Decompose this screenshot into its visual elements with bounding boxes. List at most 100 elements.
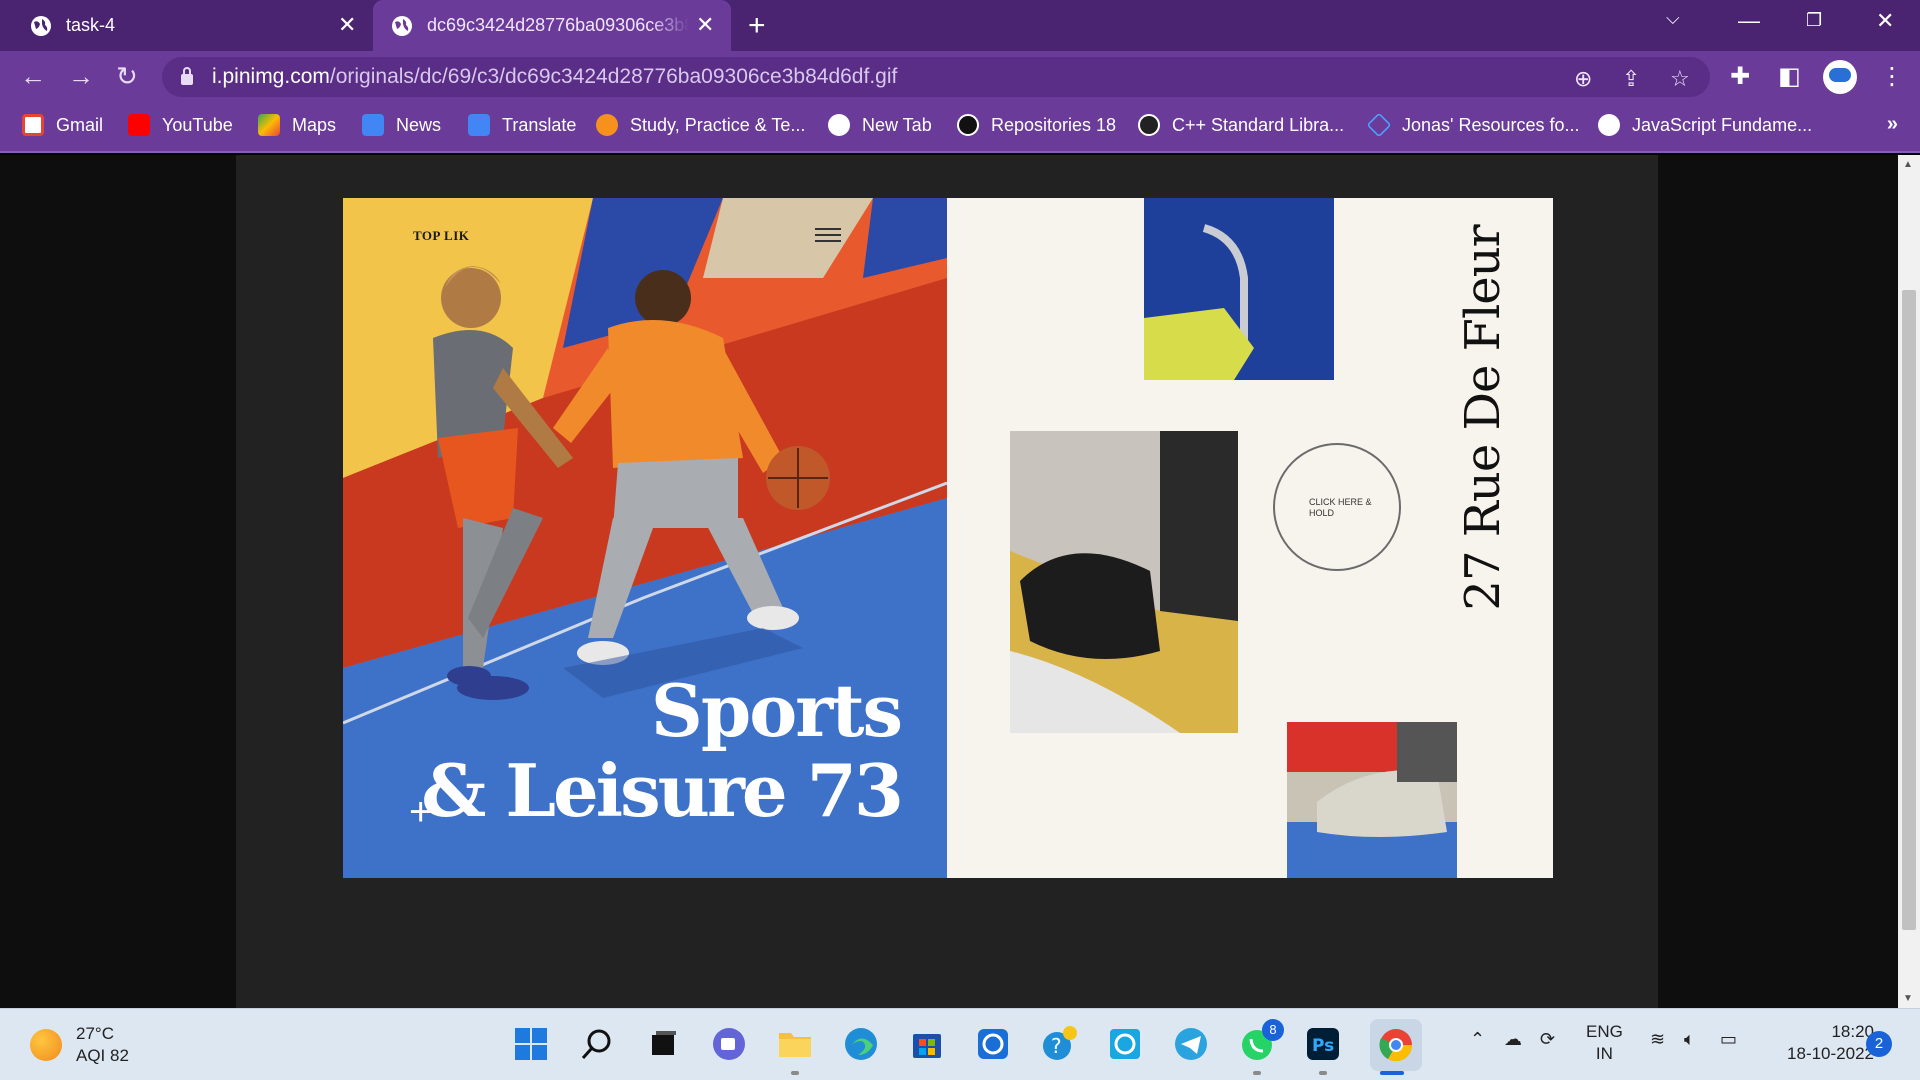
weather-widget[interactable]: 27°C AQI 82 [30,1023,129,1067]
tab-strip: task-4 ✕ dc69c3424d28776ba09306ce3b84d6d… [0,0,1920,51]
alexa-icon [1110,1029,1140,1059]
photoshop-icon: Ps [1307,1028,1339,1060]
bookmark-study[interactable]: Study, Practice & Te... [596,114,805,136]
file-explorer-button[interactable] [776,1025,814,1063]
bookmark-translate[interactable]: Translate [468,114,576,136]
zoom-icon[interactable]: ⊕ [1574,66,1592,92]
bookmark-label: YouTube [162,114,233,135]
maps-icon [258,114,280,136]
bookmark-label: Jonas' Resources fo... [1402,114,1580,135]
sync-icon[interactable]: ⟳ [1540,1029,1555,1050]
hero-photo: TOP LIK Sports & Leisure 73 + [343,198,947,878]
notification-count-badge[interactable]: 2 [1866,1031,1892,1057]
globe-icon [828,114,850,136]
photoshop-button[interactable]: Ps [1304,1025,1342,1063]
menu-kebab-icon[interactable]: ⋮ [1880,62,1904,91]
telegram-icon [1175,1028,1207,1060]
edge-button[interactable] [842,1025,880,1063]
minimize-icon[interactable]: — [1738,8,1760,34]
bookmark-repositories[interactable]: Repositories 18 [957,114,1116,136]
lock-icon [181,67,193,85]
language-code: ENG [1586,1022,1623,1041]
chrome-button[interactable] [1370,1019,1422,1071]
study-icon [596,114,618,136]
start-button[interactable] [512,1025,550,1063]
close-tab-icon[interactable]: ✕ [696,12,714,38]
scroll-down-icon[interactable]: ▼ [1903,993,1913,1004]
system-clock[interactable]: 18:20 18-10-2022 [1766,1021,1874,1065]
address-bar[interactable]: i.pinimg.com/originals/dc/69/c3/dc69c342… [162,57,1710,97]
tab-title: dc69c3424d28776ba09306ce3b84d6df.gif [427,15,689,35]
restore-icon[interactable]: ❐ [1806,10,1822,31]
tab-title: task-4 [66,15,116,35]
volume-icon[interactable]: 🔈︎ [1684,1029,1695,1050]
scroll-up-icon[interactable]: ▲ [1903,159,1913,170]
search-icon [581,1029,611,1060]
news-icon [362,114,384,136]
vertical-scrollbar[interactable]: ▲ ▼ [1898,155,1920,1008]
folder-icon [779,1033,811,1057]
bookmark-youtube[interactable]: YouTube [128,114,233,136]
back-icon[interactable]: ← [20,61,46,92]
scrollbar-thumb[interactable] [1902,290,1916,930]
globe-icon [31,15,51,36]
tab-search-icon[interactable]: ⌵ [1666,8,1680,29]
close-window-icon[interactable]: ✕ [1876,8,1894,34]
bookmark-maps[interactable]: Maps [258,114,336,136]
alexa-button[interactable] [1106,1025,1144,1063]
bookmark-news[interactable]: News [362,114,441,136]
gif-artwork: TOP LIK Sports & Leisure 73 + CLICK HERE… [343,198,1553,878]
plus-icon: + [409,790,433,834]
browser-toolbar: ← → ↻ i.pinimg.com/originals/dc/69/c3/dc… [0,51,1920,101]
globe-icon [392,15,412,36]
bookmarks-overflow-button[interactable]: » [1887,113,1898,136]
hamburger-menu-icon [815,228,841,242]
tab-task-4[interactable]: task-4 ✕ [0,0,370,51]
bookmark-gmail[interactable]: Gmail [22,114,103,136]
running-indicator [1253,1071,1261,1075]
sneaker-photo [1287,722,1457,878]
edge-icon [845,1028,877,1060]
side-panel-icon[interactable]: ◧ [1778,62,1801,91]
weather-aqi: AQI 82 [76,1046,129,1065]
weather-sun-icon [30,1029,62,1061]
extensions-icon[interactable]: ✚ [1730,62,1750,91]
bookmark-jonas[interactable]: Jonas' Resources fo... [1366,112,1580,138]
language-indicator[interactable]: ENG IN [1586,1021,1623,1065]
task-view-button[interactable] [644,1025,682,1063]
clock-date: 18-10-2022 [1787,1044,1874,1063]
bookmark-javascript[interactable]: JavaScript Fundame... [1598,114,1812,136]
search-button[interactable] [578,1025,616,1063]
reload-icon[interactable]: ↻ [116,61,138,92]
bookmark-cpp[interactable]: C++ Standard Libra... [1138,114,1344,136]
active-indicator [1380,1071,1404,1075]
telegram-button[interactable] [1172,1025,1210,1063]
store-icon [913,1034,941,1058]
share-icon[interactable]: ⇪ [1622,66,1640,92]
tab-active-gif[interactable]: dc69c3424d28776ba09306ce3b84d6df.gif ✕ [373,0,731,51]
youtube-icon [128,114,150,136]
bench-photo [1144,198,1334,380]
vertical-address-title: 27 Rue De Fleur [1433,218,1533,618]
show-hidden-icons-icon[interactable]: ⌃ [1470,1029,1485,1050]
microsoft-store-button[interactable] [908,1025,946,1063]
get-help-button[interactable]: ? [1040,1025,1078,1063]
app-button[interactable] [974,1025,1012,1063]
teams-chat-button[interactable] [710,1025,748,1063]
wifi-icon[interactable]: ≋ [1650,1029,1665,1050]
task-view-icon [652,1031,676,1055]
close-tab-icon[interactable]: ✕ [338,12,356,38]
bookmark-label: Translate [502,114,577,135]
battery-icon[interactable]: ▭ [1720,1029,1737,1050]
profile-avatar[interactable] [1823,60,1857,94]
brand-logo: TOP LIK [413,228,470,243]
onedrive-cloud-icon[interactable]: ☁ [1504,1029,1522,1050]
bookmark-star-icon[interactable]: ☆ [1670,66,1690,92]
bookmark-new-tab[interactable]: New Tab [828,114,932,136]
forward-icon[interactable]: → [68,61,94,92]
chrome-icon [1379,1029,1413,1062]
new-tab-button[interactable]: + [748,9,766,43]
url-host: i.pinimg.com [212,65,330,88]
cta-label: CLICK HERE & HOLD [1309,497,1372,518]
vertical-title-text: 27 Rue De Fleur [1455,225,1511,611]
